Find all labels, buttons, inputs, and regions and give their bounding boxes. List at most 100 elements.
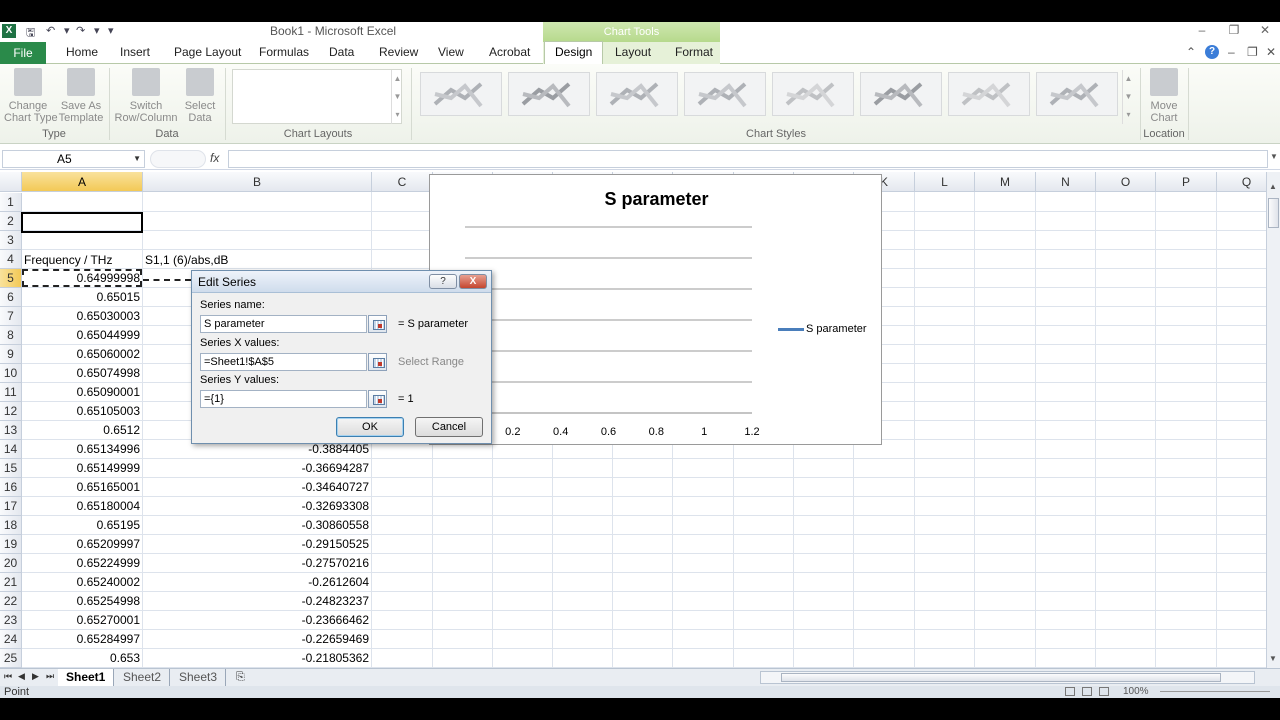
cell-a11[interactable]: 0.65090001 — [22, 383, 142, 402]
cancel-button[interactable]: Cancel — [415, 417, 483, 437]
cell-a25[interactable]: 0.653 — [22, 649, 142, 668]
tab-format[interactable]: Format — [675, 45, 713, 59]
row-header[interactable]: 9 — [0, 345, 22, 364]
cell-a12[interactable]: 0.65105003 — [22, 402, 142, 421]
formula-bar-slider[interactable] — [150, 150, 206, 168]
row-header[interactable]: 3 — [0, 231, 22, 250]
dialog-close-button[interactable]: X — [459, 274, 487, 289]
chart-style-6[interactable] — [860, 72, 942, 116]
excel-app-icon[interactable]: X — [2, 24, 16, 38]
row-header[interactable]: 13 — [0, 421, 22, 440]
row-header[interactable]: 5 — [0, 269, 22, 288]
row-header[interactable]: 10 — [0, 364, 22, 383]
sheet-tab-sheet3[interactable]: Sheet3 — [171, 669, 227, 686]
cell-a19[interactable]: 0.65209997 — [22, 535, 142, 554]
series-name-input[interactable]: S parameter — [200, 315, 367, 333]
row-header[interactable]: 14 — [0, 440, 22, 459]
chart-style-5[interactable] — [772, 72, 854, 116]
column-header-b[interactable]: B — [143, 172, 372, 192]
cell-a6[interactable]: 0.65015 — [22, 288, 142, 307]
cell-b24[interactable]: -0.22659469 — [143, 630, 371, 649]
cell-b22[interactable]: -0.24823237 — [143, 592, 371, 611]
cell-a8[interactable]: 0.65044999 — [22, 326, 142, 345]
row-header[interactable]: 24 — [0, 630, 22, 649]
row-header[interactable]: 15 — [0, 459, 22, 478]
first-sheet-icon[interactable]: ⏮ — [4, 671, 12, 682]
next-sheet-icon[interactable]: ▶ — [32, 671, 39, 682]
cell-b25[interactable]: -0.21805362 — [143, 649, 371, 668]
zoom-level[interactable]: 100% — [1123, 686, 1149, 698]
cell-b18[interactable]: -0.30860558 — [143, 516, 371, 535]
redo-dropdown-icon[interactable]: ▾ — [94, 24, 100, 37]
row-header[interactable]: 6 — [0, 288, 22, 307]
cell-b21[interactable]: -0.2612604 — [143, 573, 371, 592]
cell-a14[interactable]: 0.65134996 — [22, 440, 142, 459]
chart-style-3[interactable] — [596, 72, 678, 116]
scroll-up-icon[interactable]: ▲ — [1269, 182, 1277, 191]
insert-sheet-icon[interactable]: ⎘ — [236, 671, 245, 684]
select-data-button[interactable]: Select Data — [182, 68, 218, 124]
cell-b3[interactable]: S1,1 (6)/abs,dB — [143, 251, 371, 270]
cell-a21[interactable]: 0.65240002 — [22, 573, 142, 592]
series-y-input[interactable]: ={1} — [200, 390, 367, 408]
scroll-down-icon[interactable]: ▼ — [1269, 654, 1277, 663]
tab-design[interactable]: Design — [544, 41, 604, 64]
tab-view[interactable]: View — [438, 45, 464, 59]
column-header-m[interactable]: M — [975, 172, 1036, 192]
sheet-tab-sheet2[interactable]: Sheet2 — [115, 669, 171, 686]
dialog-titlebar[interactable]: Edit Series ? X — [192, 271, 491, 293]
row-header[interactable]: 20 — [0, 554, 22, 573]
workbook-minimize-icon[interactable]: – — [1228, 45, 1235, 59]
cell-b19[interactable]: -0.29150525 — [143, 535, 371, 554]
tab-review[interactable]: Review — [379, 45, 418, 59]
column-header-p[interactable]: P — [1156, 172, 1217, 192]
row-header[interactable]: 17 — [0, 497, 22, 516]
cell-a17[interactable]: 0.65180004 — [22, 497, 142, 516]
tab-data[interactable]: Data — [329, 45, 354, 59]
tab-layout[interactable]: Layout — [615, 45, 651, 59]
chart-style-7[interactable] — [948, 72, 1030, 116]
vertical-scroll-thumb[interactable] — [1268, 198, 1279, 228]
ok-button[interactable]: OK — [336, 417, 404, 437]
help-icon[interactable]: ? — [1205, 45, 1219, 59]
chart-style-4[interactable] — [684, 72, 766, 116]
column-header-o[interactable]: O — [1096, 172, 1156, 192]
cell-b20[interactable]: -0.27570216 — [143, 554, 371, 573]
row-header[interactable]: 21 — [0, 573, 22, 592]
row-header[interactable]: 23 — [0, 611, 22, 630]
cell-a15[interactable]: 0.65149999 — [22, 459, 142, 478]
vertical-scrollbar[interactable]: ▲ ▼ — [1266, 172, 1280, 668]
close-window-icon[interactable]: ✕ — [1256, 23, 1274, 39]
minimize-ribbon-icon[interactable]: ⌃ — [1186, 45, 1196, 59]
styles-scroll-icon[interactable]: ▲ ▼ ▾ — [1122, 70, 1134, 124]
row-header[interactable]: 25 — [0, 649, 22, 668]
column-header-n[interactable]: N — [1036, 172, 1096, 192]
series-name-range-icon[interactable] — [368, 315, 387, 333]
name-box[interactable]: A5 ▼ — [2, 150, 145, 168]
last-sheet-icon[interactable]: ⏭ — [46, 671, 54, 682]
sheet-tab-sheet1[interactable]: Sheet1 — [58, 669, 115, 686]
tab-acrobat[interactable]: Acrobat — [489, 45, 530, 59]
switch-row-column-button[interactable]: Switch Row/Column — [112, 68, 180, 124]
cell-a23[interactable]: 0.65270001 — [22, 611, 142, 630]
undo-dropdown-icon[interactable]: ▾ — [64, 24, 70, 37]
cell-a13[interactable]: 0.6512 — [22, 421, 142, 440]
cell-a20[interactable]: 0.65224999 — [22, 554, 142, 573]
name-box-dropdown-icon[interactable]: ▼ — [133, 151, 141, 167]
tab-insert[interactable]: Insert — [120, 45, 150, 59]
row-header[interactable]: 12 — [0, 402, 22, 421]
row-header[interactable]: 2 — [0, 212, 22, 231]
horizontal-scroll-thumb[interactable] — [781, 673, 1221, 682]
page-layout-view-icon[interactable] — [1082, 687, 1092, 696]
row-header[interactable]: 1 — [0, 193, 22, 212]
row-header[interactable]: 4 — [0, 250, 22, 269]
prev-sheet-icon[interactable]: ◀ — [18, 671, 25, 682]
cell-a7[interactable]: 0.65030003 — [22, 307, 142, 326]
cell-a24[interactable]: 0.65284997 — [22, 630, 142, 649]
workbook-close-icon[interactable]: ✕ — [1266, 45, 1276, 59]
cell-a18[interactable]: 0.65195 — [22, 516, 142, 535]
change-chart-type-button[interactable]: Change Chart Type — [4, 68, 58, 124]
cell-b15[interactable]: -0.36694287 — [143, 459, 371, 478]
series-x-input[interactable]: =Sheet1!$A$5 — [200, 353, 367, 371]
cell-a10[interactable]: 0.65074998 — [22, 364, 142, 383]
